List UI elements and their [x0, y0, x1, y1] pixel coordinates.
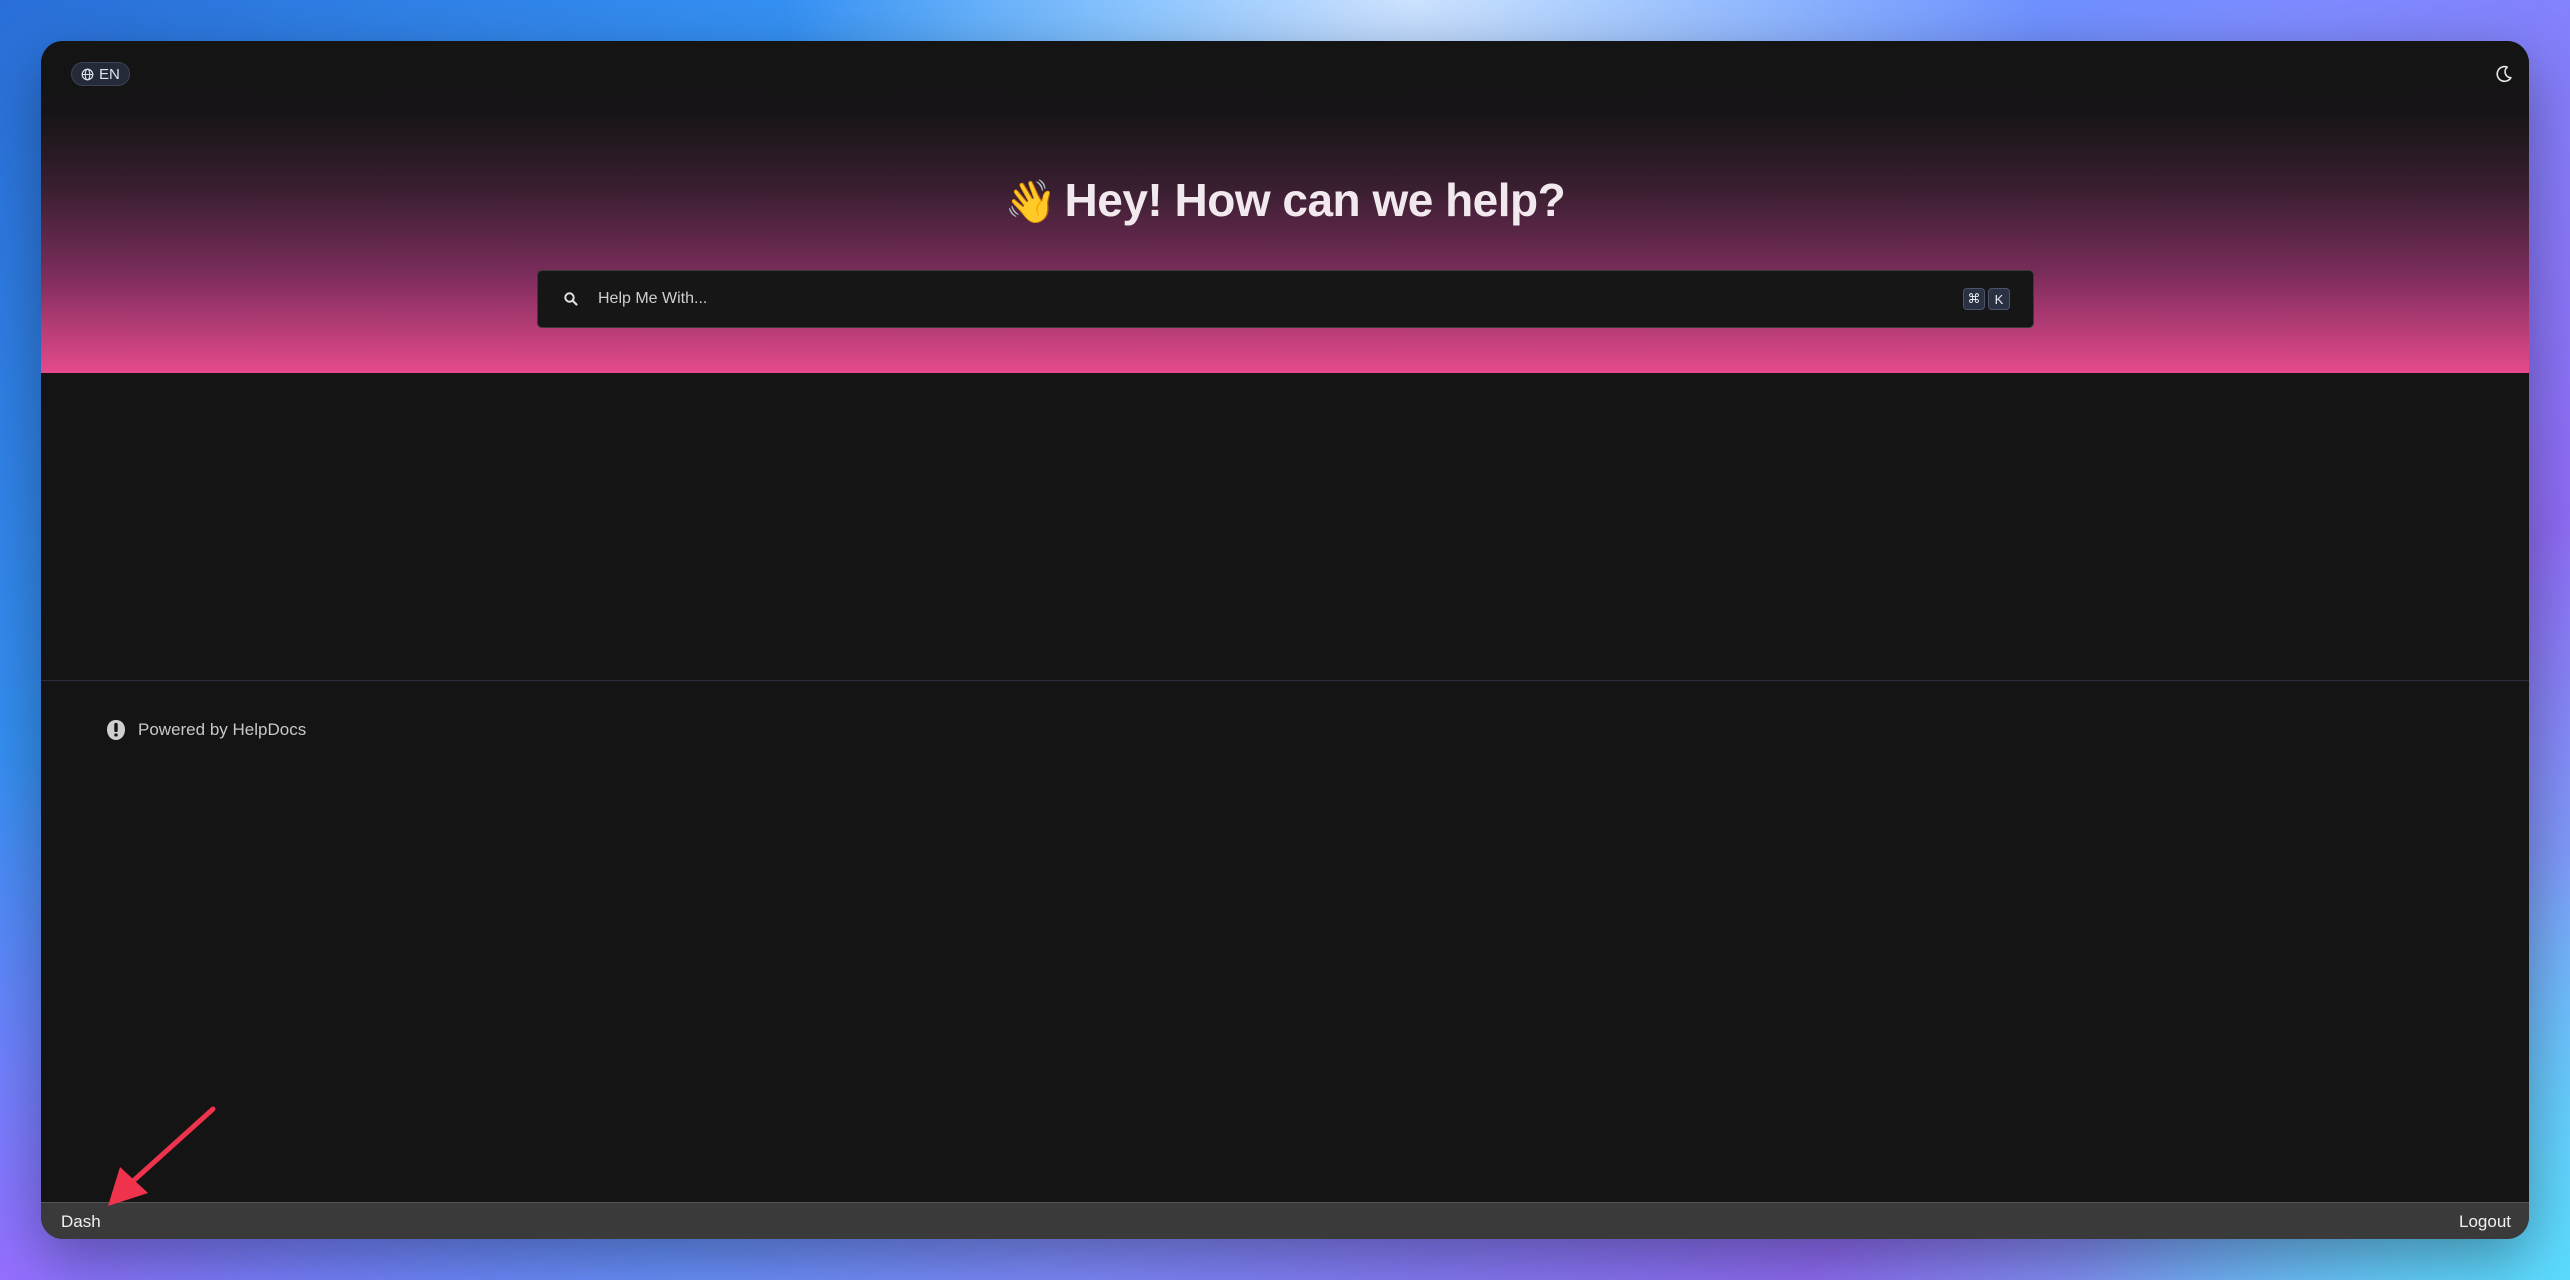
hero-banner: EN 👋 Hey! How can we help? Help Me With..… — [41, 41, 2529, 373]
shortcut-key-command: ⌘ — [1963, 288, 1985, 310]
wave-icon: 👋 — [1004, 178, 1057, 225]
page-title-text: Hey! How can we help? — [1064, 174, 1566, 226]
shortcut-key-k: K — [1988, 288, 2010, 310]
powered-by-text: Powered by HelpDocs — [138, 720, 307, 739]
language-label: EN — [99, 65, 120, 83]
search-input[interactable]: Help Me With... ⌘ K — [537, 270, 2034, 328]
annotation-arrow-icon — [108, 1106, 216, 1206]
powered-by-link[interactable]: Powered by HelpDocs — [106, 719, 306, 741]
search-icon — [564, 292, 578, 306]
globe-icon — [81, 68, 94, 80]
logout-link[interactable]: Logout — [2459, 1212, 2511, 1232]
footer-divider — [41, 680, 2529, 681]
help-center-window: EN 👋 Hey! How can we help? Help Me With..… — [41, 41, 2529, 1239]
moon-icon[interactable] — [2493, 63, 2515, 85]
bottom-bar: Dash Logout — [41, 1202, 2529, 1239]
helpdocs-logo-icon — [107, 720, 125, 740]
language-selector[interactable]: EN — [71, 62, 130, 86]
dash-link[interactable]: Dash — [61, 1212, 101, 1232]
search-placeholder: Help Me With... — [598, 290, 708, 307]
page-title: 👋 Hey! How can we help? — [41, 173, 2529, 227]
